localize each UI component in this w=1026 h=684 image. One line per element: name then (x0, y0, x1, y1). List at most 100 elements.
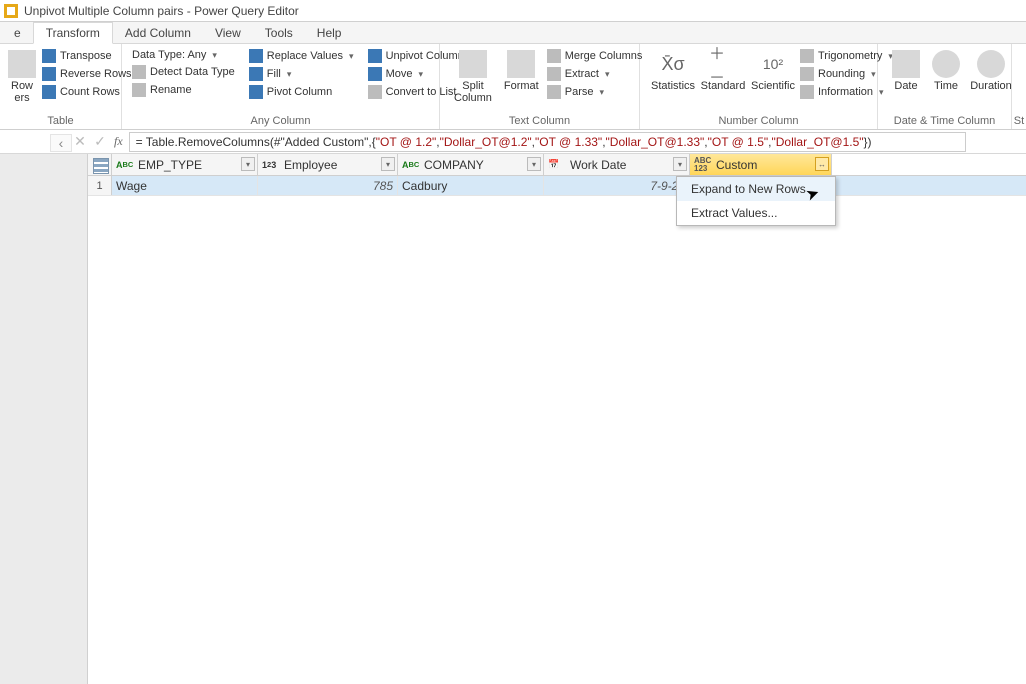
formula-input[interactable]: = Table.RemoveColumns(#"Added Custom",{ … (129, 132, 966, 152)
title-bar: Unpivot Multiple Column pairs - Power Qu… (0, 0, 1026, 22)
chevron-down-icon: ▾ (418, 69, 423, 80)
format-icon (507, 50, 535, 78)
tab-add-column[interactable]: Add Column (113, 23, 203, 43)
group-label-structured: St (1012, 115, 1026, 129)
data-grid: ABC EMP_TYPE ▾ 123 Employee ▾ ABC COMPAN… (88, 154, 1026, 684)
formula-accept-button[interactable]: ✓ (90, 133, 110, 150)
rename-icon (132, 83, 146, 97)
column-header-work-date[interactable]: 📅 Work Date ▾ (544, 154, 690, 175)
filter-button[interactable]: ▾ (527, 157, 541, 171)
statistics-icon: X̄σ (659, 50, 687, 78)
text-type-icon: ABC (116, 158, 134, 172)
extract-icon (547, 67, 561, 81)
ribbon-group-any-column: Data Type: Any▾ Detect Data Type Rename … (122, 44, 440, 129)
fx-icon: fx (114, 134, 123, 149)
tab-transform[interactable]: Transform (33, 22, 113, 44)
expand-context-menu: Expand to New Rows Extract Values... (676, 176, 836, 226)
filter-button[interactable]: ▾ (381, 157, 395, 171)
reverse-icon (42, 67, 56, 81)
group-label-text-column: Text Column (440, 115, 639, 129)
extract-button[interactable]: Extract▾ (545, 66, 645, 82)
standard-icon: ＋－ (709, 50, 737, 78)
data-type-button[interactable]: Data Type: Any▾ (130, 48, 237, 62)
date-type-icon: 📅 (548, 158, 566, 172)
formula-cancel-button[interactable]: ✕ (70, 133, 90, 150)
chevron-down-icon: ▾ (349, 51, 354, 62)
number-type-icon: 123 (262, 158, 280, 172)
chevron-down-icon: ▾ (605, 69, 610, 80)
duration-button[interactable]: Duration (966, 48, 1016, 94)
cell-employee[interactable]: 785 (258, 176, 398, 195)
filter-button[interactable]: ▾ (673, 157, 687, 171)
statistics-button[interactable]: X̄σ Statistics (648, 48, 698, 94)
reverse-rows-button[interactable]: Reverse Rows (40, 66, 134, 82)
count-rows-button[interactable]: Count Rows (40, 84, 134, 100)
ribbon-group-number-column: X̄σ Statistics ＋－ Standard 10² Scientifi… (640, 44, 878, 129)
expand-button[interactable]: ↔ (815, 157, 829, 171)
app-icon (4, 4, 18, 18)
row-corner[interactable] (88, 154, 112, 175)
chevron-down-icon: ▾ (287, 69, 292, 80)
tab-view[interactable]: View (203, 23, 253, 43)
use-first-row-button[interactable]: Row ers (8, 48, 36, 106)
trig-icon (800, 49, 814, 63)
cell-emp-type[interactable]: Wage (112, 176, 258, 195)
duration-icon (977, 50, 1005, 78)
scientific-icon: 10² (759, 50, 787, 78)
standard-button[interactable]: ＋－ Standard (698, 48, 748, 94)
column-header-custom[interactable]: ABC123 Custom ↔ (690, 154, 832, 175)
ribbon-group-text-column: Split Column Format Merge Columns Extrac… (440, 44, 640, 129)
merge-columns-button[interactable]: Merge Columns (545, 48, 645, 64)
cell-work-date[interactable]: 7-9-20 (544, 176, 690, 195)
chevron-down-icon: ▾ (871, 69, 876, 80)
date-button[interactable]: Date (886, 48, 926, 94)
tab-home[interactable]: e (2, 23, 33, 43)
column-header-employee[interactable]: 123 Employee ▾ (258, 154, 398, 175)
menu-item-extract-values[interactable]: Extract Values... (677, 201, 835, 225)
format-button[interactable]: Format (498, 48, 545, 94)
menu-item-expand-new-rows[interactable]: Expand to New Rows (677, 177, 835, 201)
collapse-queries-button[interactable]: ‹ (50, 134, 72, 152)
detect-data-type-button[interactable]: Detect Data Type (130, 64, 237, 80)
fill-button[interactable]: Fill▾ (247, 66, 356, 82)
ribbon-group-table: Row ers Transpose Reverse Rows Count Row… (0, 44, 122, 129)
parse-button[interactable]: Parse▾ (545, 84, 645, 100)
ribbon-group-structured: St (1012, 44, 1026, 129)
group-label-table: Table (0, 115, 121, 129)
scientific-button[interactable]: 10² Scientific (748, 48, 798, 94)
chevron-down-icon: ▾ (599, 87, 604, 98)
table-icon (93, 158, 107, 172)
transpose-button[interactable]: Transpose (40, 48, 134, 64)
parse-icon (547, 85, 561, 99)
transpose-icon (42, 49, 56, 63)
replace-values-button[interactable]: Replace Values▾ (247, 48, 356, 64)
count-icon (42, 85, 56, 99)
column-header-emp-type[interactable]: ABC EMP_TYPE ▾ (112, 154, 258, 175)
fill-icon (249, 67, 263, 81)
row-number: 1 (88, 176, 112, 195)
column-header-company[interactable]: ABC COMPANY ▾ (398, 154, 544, 175)
detect-icon (132, 65, 146, 79)
group-label-date-time: Date & Time Column (878, 115, 1011, 129)
date-icon (892, 50, 920, 78)
rename-button[interactable]: Rename (130, 82, 237, 98)
time-button[interactable]: Time (926, 48, 966, 94)
pivot-column-button[interactable]: Pivot Column (247, 84, 356, 100)
info-icon (800, 85, 814, 99)
move-icon (368, 67, 382, 81)
tab-help[interactable]: Help (305, 23, 354, 43)
pivot-icon (249, 85, 263, 99)
grid-area: ABC EMP_TYPE ▾ 123 Employee ▾ ABC COMPAN… (0, 154, 1026, 684)
table-row[interactable]: 1 Wage 785 Cadbury 7-9-20 (88, 176, 1026, 196)
unpivot-icon (368, 49, 382, 63)
filter-button[interactable]: ▾ (241, 157, 255, 171)
split-column-button[interactable]: Split Column (448, 48, 498, 106)
menu-tabs: e Transform Add Column View Tools Help (0, 22, 1026, 44)
cell-company[interactable]: Cadbury (398, 176, 544, 195)
tab-tools[interactable]: Tools (253, 23, 305, 43)
split-icon (459, 50, 487, 78)
merge-icon (547, 49, 561, 63)
any-type-icon: ABC123 (694, 158, 712, 172)
queries-panel-collapsed[interactable] (0, 154, 88, 684)
time-icon (932, 50, 960, 78)
